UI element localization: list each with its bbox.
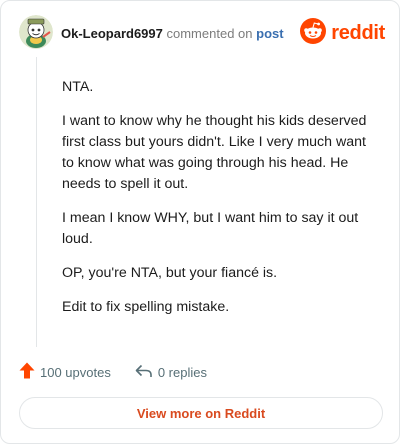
- reply-button[interactable]: 0 replies: [135, 363, 207, 382]
- thread-line: [36, 57, 37, 347]
- upvote-button[interactable]: 100 upvotes: [19, 362, 111, 382]
- comment-paragraph: I mean I know WHY, but I want him to say…: [62, 210, 359, 247]
- reply-arrow-icon: [135, 363, 158, 382]
- upvote-arrow-icon: [19, 362, 40, 382]
- comment-header: Ok-Leopard6997 commented on post reddit: [19, 15, 385, 51]
- reply-count: 0 replies: [157, 364, 207, 380]
- snoo-avatar-icon[interactable]: [19, 15, 53, 49]
- reddit-comment-embed-card: Ok-Leopard6997 commented on post reddit: [0, 0, 400, 444]
- view-more-on-reddit-button[interactable]: View more on Reddit: [19, 397, 383, 429]
- reddit-wordmark: reddit: [331, 21, 385, 44]
- comment-paragraph: OP, you're NTA, but your fiancé is.: [62, 265, 278, 281]
- comment-paragraph: I want to know why he thought his kids d…: [62, 113, 367, 192]
- post-link[interactable]: post: [256, 26, 283, 41]
- upvote-count: 100 upvotes: [40, 364, 111, 380]
- action-text: commented on: [166, 26, 253, 41]
- comment-body: NTA. I want to know why he thought his k…: [62, 77, 380, 331]
- comment-byline: Ok-Leopard6997 commented on post: [61, 26, 284, 42]
- comment-footer: 100 upvotes 0 replies: [19, 362, 231, 382]
- username-link[interactable]: Ok-Leopard6997: [61, 26, 163, 41]
- reddit-logo[interactable]: reddit: [300, 17, 385, 49]
- comment-paragraph: Edit to fix spelling mistake.: [62, 299, 230, 315]
- reddit-snoo-icon: [300, 17, 327, 49]
- comment-paragraph: NTA.: [62, 79, 94, 95]
